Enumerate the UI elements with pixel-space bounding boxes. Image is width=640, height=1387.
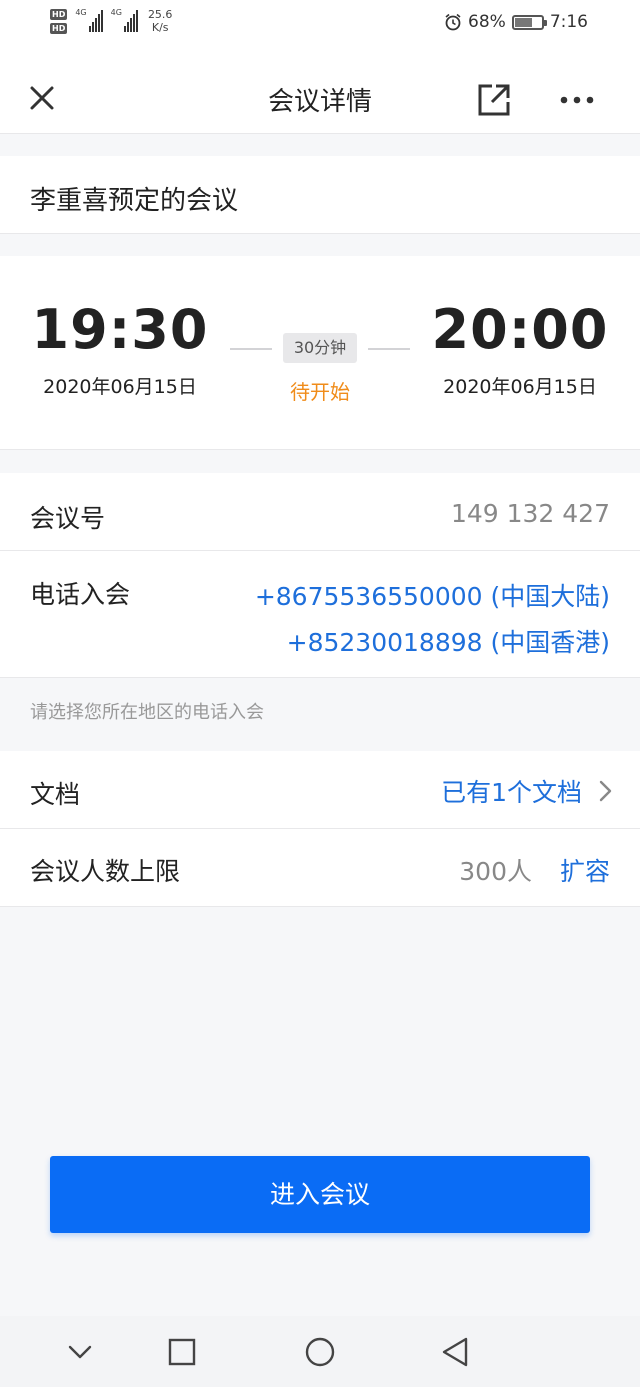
expand-capacity-link[interactable]: 扩容 (560, 852, 610, 888)
enter-meeting-button[interactable]: 进入会议 (50, 1156, 590, 1233)
home-button[interactable] (302, 1334, 338, 1370)
start-time-block: 19:30 2020年06月15日 (20, 298, 220, 399)
documents-row[interactable]: 文档 已有1个文档 (0, 751, 640, 828)
recent-apps-icon (168, 1338, 196, 1366)
back-icon (442, 1337, 468, 1367)
system-navigation-bar (0, 1316, 640, 1387)
meeting-name: 李重喜预定的会议 (30, 186, 239, 216)
documents-card: 文档 已有1个文档 会议人数上限 300人 扩容 (0, 751, 640, 907)
documents-label: 文档 (30, 780, 81, 809)
network-type-1: 4G (75, 8, 87, 17)
meeting-name-card: 李重喜预定的会议 (0, 156, 640, 234)
network-type-2: 4G (110, 8, 122, 17)
participant-limit-label: 会议人数上限 (30, 857, 181, 886)
more-button[interactable] (558, 90, 598, 110)
share-button[interactable] (476, 82, 512, 118)
start-time: 19:30 (31, 298, 209, 361)
end-time: 20:00 (431, 298, 609, 361)
home-icon (305, 1337, 335, 1367)
page-title: 会议详情 (267, 87, 372, 117)
battery-percent: 68% (468, 12, 506, 32)
recent-apps-button[interactable] (164, 1334, 200, 1370)
meeting-info-card: 会议号 149 132 427 电话入会 +8675536550000 (中国大… (0, 473, 640, 678)
status-left: HD HD 4G 4G 25.6 K/s (50, 8, 172, 34)
speed-unit: K/s (151, 21, 169, 34)
status-right: 68% 7:16 (444, 12, 588, 32)
duration-block: 30分钟 待开始 (230, 332, 410, 412)
meeting-time-card: 19:30 2020年06月15日 30分钟 待开始 20:00 2020年06… (0, 256, 640, 450)
divider-line-left (230, 348, 272, 350)
hide-nav-button[interactable] (62, 1334, 98, 1370)
row-divider (0, 828, 640, 829)
duration-badge: 30分钟 (283, 333, 357, 363)
chevron-right-icon (599, 780, 612, 802)
meeting-id-value[interactable]: 149 132 427 (451, 499, 610, 528)
hd-indicators: HD HD (50, 9, 68, 34)
participant-limit-value: 300人 (459, 857, 532, 886)
share-icon (478, 84, 510, 116)
end-date: 2020年06月15日 (443, 376, 597, 398)
divider-line-right (368, 348, 410, 350)
speed-value: 25.6 (147, 8, 173, 21)
start-date: 2020年06月15日 (43, 376, 197, 398)
signal-icon-1: 4G (75, 8, 103, 32)
phone-join-hint: 请选择您所在地区的电话入会 (30, 702, 264, 723)
back-chevron-icon (68, 1345, 92, 1359)
back-button[interactable] (438, 1334, 474, 1370)
battery-fill (514, 17, 533, 27)
meeting-detail-screen: HD HD 4G 4G 25.6 K/s 68% 7:16 会议详情 李重喜预定… (0, 0, 640, 1387)
battery-icon (511, 14, 547, 30)
alarm-icon (445, 13, 461, 31)
meeting-status: 待开始 (290, 380, 350, 404)
hd-badge-1: HD (50, 9, 68, 20)
clock: 7:16 (549, 12, 588, 32)
status-bar: HD HD 4G 4G 25.6 K/s 68% 7:16 (0, 0, 640, 52)
hd-badge-2: HD (50, 23, 68, 34)
network-speed: 25.6 K/s (148, 8, 173, 34)
phone-number-hongkong[interactable]: +85230018898 (中国香港) (287, 623, 610, 659)
meeting-id-label: 会议号 (30, 504, 106, 533)
more-icon (560, 96, 594, 104)
documents-value: 已有1个文档 (441, 778, 582, 807)
phone-number-mainland[interactable]: +8675536550000 (中国大陆) (255, 577, 610, 613)
end-time-block: 20:00 2020年06月15日 (420, 298, 620, 399)
phone-join-label: 电话入会 (30, 580, 131, 609)
app-header: 会议详情 (0, 52, 640, 134)
signal-icon-2: 4G (111, 8, 138, 32)
row-divider (0, 550, 640, 551)
